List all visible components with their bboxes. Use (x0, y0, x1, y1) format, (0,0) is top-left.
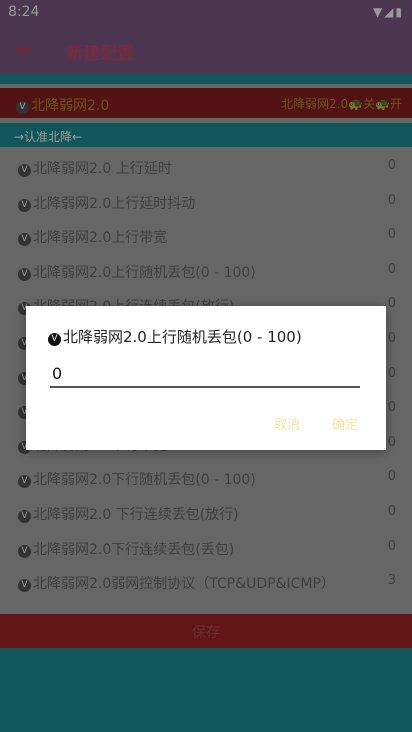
v-logo-icon: V (48, 333, 61, 346)
dialog-title: V 北降弱网2.0上行随机丢包(0 - 100) (48, 326, 302, 347)
edit-dialog: V 北降弱网2.0上行随机丢包(0 - 100) 0 取消 确定 (26, 306, 386, 450)
value-input[interactable]: 0 (50, 362, 360, 388)
cancel-button[interactable]: 取消 (274, 414, 300, 433)
ok-button[interactable]: 确定 (332, 414, 358, 433)
